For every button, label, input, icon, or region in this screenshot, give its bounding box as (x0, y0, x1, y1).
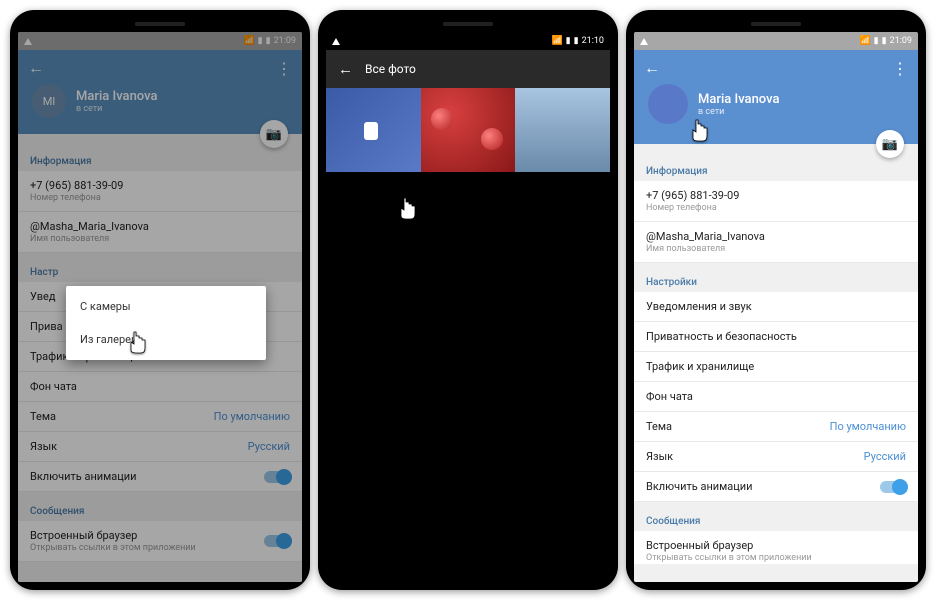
row-browser[interactable]: Встроенный браузер Открывать ссылки в эт… (634, 531, 918, 564)
warning-icon (332, 38, 340, 45)
phone-1: 📶 ▮ ▮ 21:09 ← ⋮ MI Maria Ivanova в сети (10, 10, 310, 590)
wifi-icon: 📶 (551, 36, 562, 46)
thumbnail-3[interactable] (515, 88, 610, 172)
row-language[interactable]: Язык Русский (634, 442, 918, 472)
row-phone[interactable]: +7 (965) 881-39-09 Номер телефона (634, 181, 918, 222)
clock: 21:10 (582, 36, 604, 46)
popup-gallery[interactable]: Из галереи (66, 323, 266, 356)
pointer-icon (396, 196, 420, 220)
row-animations[interactable]: Включить анимации (634, 472, 918, 502)
profile-status: в сети (698, 107, 779, 117)
section-settings: Настройки (634, 269, 918, 292)
pointer-icon (688, 118, 712, 142)
row-traffic[interactable]: Трафик и хранилище (634, 352, 918, 382)
screen-2: 📶 ▮ ▮ 21:10 ← Все фото (326, 32, 610, 582)
section-messages: Сообщения (634, 508, 918, 531)
photo-source-popup: С камеры Из галереи (66, 286, 266, 360)
warning-icon (640, 38, 648, 45)
thumbnail-1[interactable] (326, 88, 421, 172)
screen-3: 📶 ▮ ▮ 21:09 ← ⋮ Maria Ivanova в сети (634, 32, 918, 582)
back-icon[interactable]: ← (338, 60, 353, 78)
camera-icon: 📷 (882, 137, 898, 152)
statusbar: 📶 ▮ ▮ 21:10 (326, 32, 610, 50)
popup-camera[interactable]: С камеры (66, 290, 266, 323)
battery-icon: ▮ (882, 36, 887, 46)
profile-name: Maria Ivanova (698, 92, 779, 107)
phone-3: 📶 ▮ ▮ 21:09 ← ⋮ Maria Ivanova в сети (626, 10, 926, 590)
clock: 21:09 (890, 36, 912, 46)
battery-icon: ▮ (574, 36, 579, 46)
thumbnail-2[interactable] (421, 88, 516, 172)
toggle-animations[interactable] (880, 481, 906, 493)
avatar[interactable] (648, 84, 688, 124)
back-icon[interactable]: ← (644, 58, 660, 78)
gallery-title: Все фото (365, 62, 416, 76)
row-notifications[interactable]: Уведомления и звук (634, 292, 918, 322)
row-username[interactable]: @Masha_Maria_Ivanova Имя пользователя (634, 222, 918, 263)
gallery-header: ← Все фото (326, 50, 610, 88)
camera-button[interactable]: 📷 (876, 130, 904, 158)
screen-1: 📶 ▮ ▮ 21:09 ← ⋮ MI Maria Ivanova в сети (18, 32, 302, 582)
signal-icon: ▮ (874, 36, 879, 46)
row-chatbg[interactable]: Фон чата (634, 382, 918, 412)
profile-header: ← ⋮ Maria Ivanova в сети 📷 (634, 50, 918, 144)
statusbar: 📶 ▮ ▮ 21:09 (634, 32, 918, 50)
section-info: Информация (634, 158, 918, 181)
thumbnail-row (326, 88, 610, 172)
phone-2: 📶 ▮ ▮ 21:10 ← Все фото (318, 10, 618, 590)
row-privacy[interactable]: Приватность и безопасность (634, 322, 918, 352)
pointer-icon (126, 330, 150, 354)
wifi-icon: 📶 (859, 36, 870, 46)
signal-icon: ▮ (566, 36, 571, 46)
more-icon[interactable]: ⋮ (892, 59, 908, 78)
row-theme[interactable]: Тема По умолчанию (634, 412, 918, 442)
